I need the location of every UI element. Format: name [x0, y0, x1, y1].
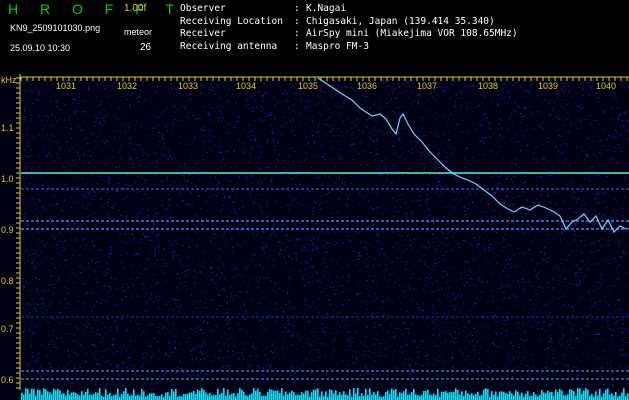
- info-key: Receiving Location: [180, 15, 283, 27]
- x-tick-label: 1038: [478, 81, 499, 91]
- x-tick-label: 1037: [417, 81, 438, 91]
- y-tick-label: 0.6: [1, 375, 14, 385]
- info-key: Receiving antenna: [180, 40, 278, 52]
- spectrogram-canvas: [0, 74, 629, 400]
- info-value: AirSpy mini (Miakejima VOR 108.65MHz): [306, 28, 518, 39]
- file-name: KN9_2509101030.png: [10, 23, 101, 33]
- app-brand: H R O F F T: [8, 1, 183, 17]
- app-version: 1.00f: [124, 3, 147, 14]
- info-row-location: Receiving Location: Chigasaki, Japan (139…: [180, 16, 518, 29]
- meteor-count: 26: [140, 42, 152, 53]
- info-key: Receiver: [180, 28, 226, 39]
- info-row-antenna: Receiving antenna: Maspro FM-3: [180, 41, 518, 54]
- y-tick-label: 1.1: [1, 123, 14, 133]
- x-tick-label: 1039: [538, 81, 559, 91]
- x-tick-label: 1035: [298, 81, 319, 91]
- spectrogram-background: [0, 74, 629, 400]
- info-value: K.Nagai: [306, 3, 347, 14]
- x-tick-label: 1034: [236, 81, 257, 91]
- header-panel: H R O F F T 1.00f KN9_2509101030.png met…: [0, 0, 629, 74]
- frequency-unit-label: kHz: [1, 75, 17, 85]
- info-sep: :: [294, 3, 300, 14]
- meteor-label: meteor: [124, 27, 153, 37]
- info-row-receiver: Receiver: AirSpy mini (Miakejima VOR 108.…: [180, 28, 518, 41]
- observation-datetime: 25.09.10 10:30: [10, 43, 71, 53]
- info-sep: :: [294, 40, 300, 52]
- info-value: Maspro FM-3: [306, 40, 369, 52]
- x-tick-label: 1031: [56, 81, 77, 91]
- info-sep: :: [294, 28, 300, 39]
- x-tick-label: 1036: [357, 81, 378, 91]
- x-tick-label: 1033: [178, 81, 199, 91]
- y-tick-label: 0.9: [1, 225, 14, 235]
- info-value: Chigasaki, Japan (139.414 35.340): [306, 15, 495, 27]
- info-sep: :: [294, 15, 300, 27]
- y-tick-label: 0.8: [1, 276, 14, 286]
- info-row-observer: Observer: K.Nagai: [180, 3, 518, 16]
- station-info: Observer: K.Nagai Receiving Location: Chig…: [180, 3, 518, 53]
- x-tick-label: 1032: [117, 81, 138, 91]
- x-tick-label: 1040: [596, 81, 617, 91]
- y-tick-label: 1.0: [1, 174, 14, 184]
- info-key: Observer: [180, 3, 226, 14]
- spectrogram-plot: [0, 74, 629, 400]
- y-tick-label: 0.7: [1, 324, 14, 334]
